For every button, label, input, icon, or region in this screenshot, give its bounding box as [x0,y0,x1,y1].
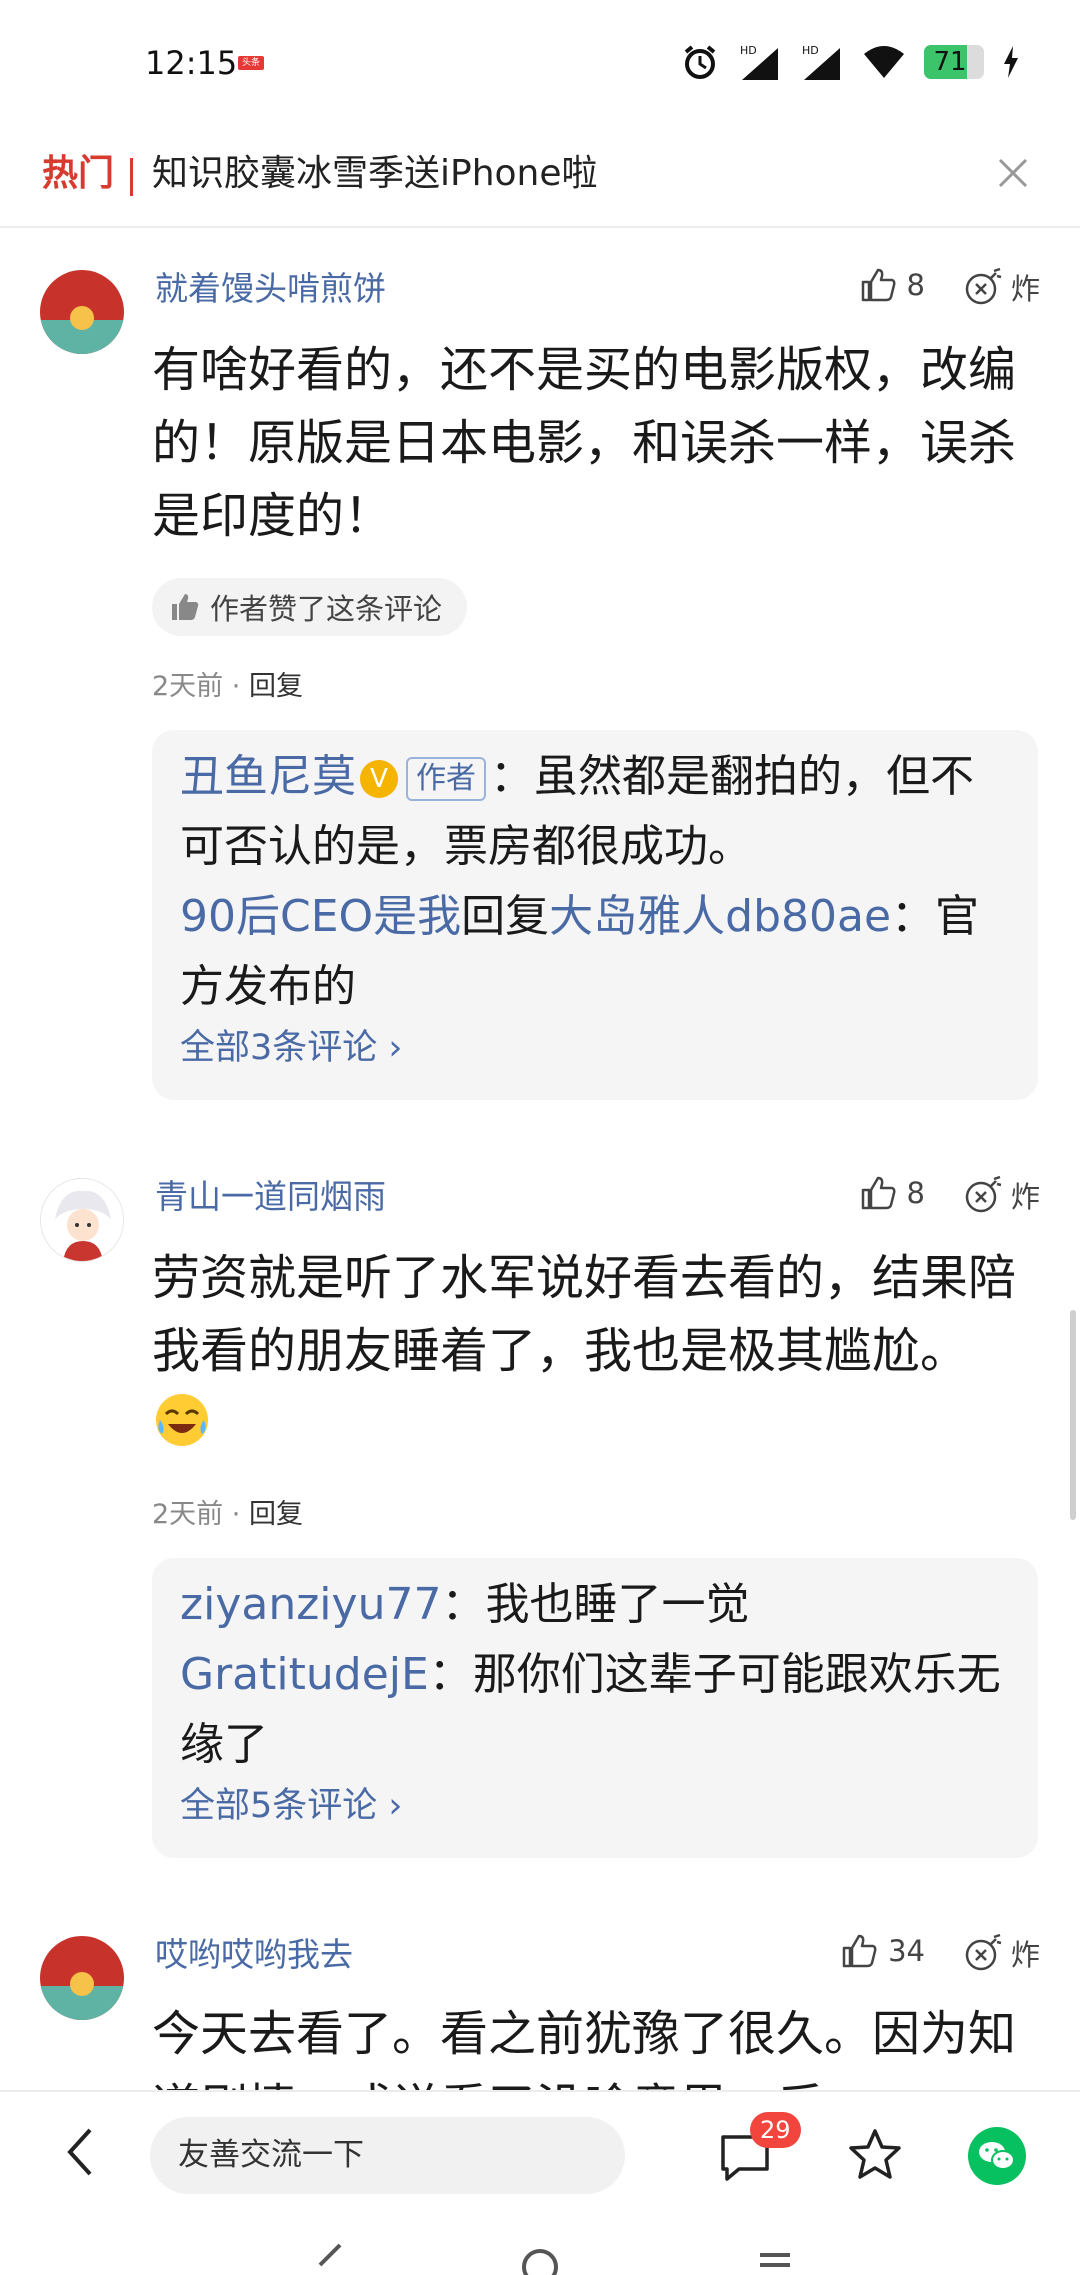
comment-input[interactable]: 友善交流一下 [150,2117,625,2194]
comment-text: 劳资就是听了水军说好看去看的，结果陪我看的朋友睡着了，我也是极其尴尬。 [152,1242,1022,1461]
alarm-icon [684,45,716,79]
svg-text:HD: HD [802,44,819,57]
reply-line: 丑鱼尼莫 V 作者 ：虽然都是翻拍的，但不可否认的是，票房都很成功。 [180,742,1010,882]
back-arrow-icon[interactable] [56,2122,106,2182]
author-liked-text: 作者赞了这条评论 [210,592,443,626]
verified-icon: V [360,760,398,798]
battery-level: 71 [933,47,967,77]
comment-text: 今天去看了。看之前犹豫了很久。因为知道剧情，或说看了没啥意思，后 [152,2006,1017,2090]
signal-hd-icon: HD [740,44,778,80]
like-count: 34 [888,1934,925,1968]
bottom-action-bar: 友善交流一下 29 [0,2090,1080,2215]
reply-line: ziyanziyu77：我也睡了一觉 [180,1570,1010,1640]
reply-text: ：我也睡了一觉 [441,1579,750,1630]
charging-icon [1004,46,1018,78]
bomb-button[interactable]: 炸 [963,1932,1040,1974]
wechat-icon [979,2142,1015,2170]
reply-to-label: 回复 [461,891,550,942]
view-all-replies-link[interactable]: 全部3条评论 › [180,1022,1010,1074]
meta-dot: · [231,1499,241,1530]
hot-topic-bar[interactable]: 热门 知识胶囊冰雪季送iPhone啦 [0,130,1080,228]
close-icon[interactable] [988,148,1038,198]
avatar[interactable] [40,1936,124,2020]
meta-dot: · [231,671,241,702]
comment-time: 2天前 [152,671,224,702]
like-button[interactable]: 8 [859,1174,925,1212]
reply-button[interactable]: 回复 [249,1499,303,1530]
reply-box[interactable]: ziyanziyu77：我也睡了一觉 GratitudejE：那你们这辈子可能跟… [152,1558,1038,1858]
username[interactable]: 青山一道同烟雨 [155,1170,386,1218]
star-icon[interactable] [845,2125,905,2185]
username[interactable]: 就着馒头啃煎饼 [155,262,386,310]
reply-username[interactable]: GratitudejE [180,1649,429,1700]
hot-divider [130,158,133,196]
signal-hd-icon-2: HD [802,44,840,80]
avatar[interactable] [40,270,124,354]
comment-text-content: 劳资就是听了水军说好看去看的，结果陪我看的朋友睡着了，我也是极其尴尬。 [152,1250,1017,1379]
comment-meta: 2天前 · 回复 [152,664,303,703]
comment-count-badge: 29 [750,2112,801,2148]
hot-topic-title[interactable]: 知识胶囊冰雪季送iPhone啦 [152,144,598,196]
author-tag: 作者 [406,757,486,801]
reply-target-username[interactable]: 大岛雅人db80ae [549,891,891,942]
hot-label: 热门 [42,153,115,194]
bomb-button[interactable]: 炸 [963,266,1040,308]
thumbs-up-filled-icon [172,594,199,620]
bomb-icon [965,1933,1002,1971]
reply-username[interactable]: 90后CEO是我 [180,891,461,942]
thumbs-up-icon [861,268,896,302]
news-app-icon: 头条 [238,56,264,70]
reply-username[interactable]: ziyanziyu77 [180,1579,441,1630]
status-icons: HD HD 71 [680,40,1020,84]
like-button[interactable]: 8 [859,266,925,304]
reply-box[interactable]: 丑鱼尼莫 V 作者 ：虽然都是翻拍的，但不可否认的是，票房都很成功。 90后CEO是我… [152,730,1038,1100]
reply-username[interactable]: 丑鱼尼莫 [180,751,356,802]
battery-icon: 71 [924,45,984,79]
avatar[interactable] [40,1178,124,1262]
author-liked-badge: 作者赞了这条评论 [152,578,468,636]
bomb-label: 炸 [1010,1180,1040,1214]
comment-meta: 2天前 · 回复 [152,1492,303,1531]
like-count: 8 [906,268,925,302]
bomb-label: 炸 [1010,272,1040,306]
view-all-replies-link[interactable]: 全部5条评论 › [180,1780,1010,1832]
thumbs-up-icon [861,1176,896,1210]
svg-text:HD: HD [740,44,757,57]
laughing-crying-emoji-icon [156,1394,208,1446]
thumbs-up-icon [842,1934,877,1968]
like-button[interactable]: 34 [840,1932,925,1970]
comment-time: 2天前 [152,1499,224,1530]
like-count: 8 [906,1176,925,1210]
bomb-label: 炸 [1010,1938,1040,1972]
scrollbar[interactable] [1070,1310,1076,1520]
bomb-icon [965,1175,1002,1213]
reply-line: GratitudejE：那你们这辈子可能跟欢乐无缘了 [180,1640,1010,1780]
username[interactable]: 哎哟哎哟我去 [155,1928,353,1976]
status-time: 12:15 [145,44,238,82]
status-bar: 12:15 头条 HD HD 71 [0,0,1080,130]
reply-button[interactable]: 回复 [249,671,303,702]
bomb-icon [965,267,1002,305]
reply-line: 90后CEO是我回复大岛雅人db80ae：官方发布的 [180,882,1010,1022]
system-nav-bar [318,2243,790,2275]
comment-text: 有啥好看的，还不是买的电影版权，改编的！原版是日本电影，和误杀一样，误杀是印度的… [152,342,1017,544]
bomb-button[interactable]: 炸 [963,1174,1040,1216]
wechat-share-button[interactable] [968,2127,1026,2185]
wifi-icon [864,46,904,78]
